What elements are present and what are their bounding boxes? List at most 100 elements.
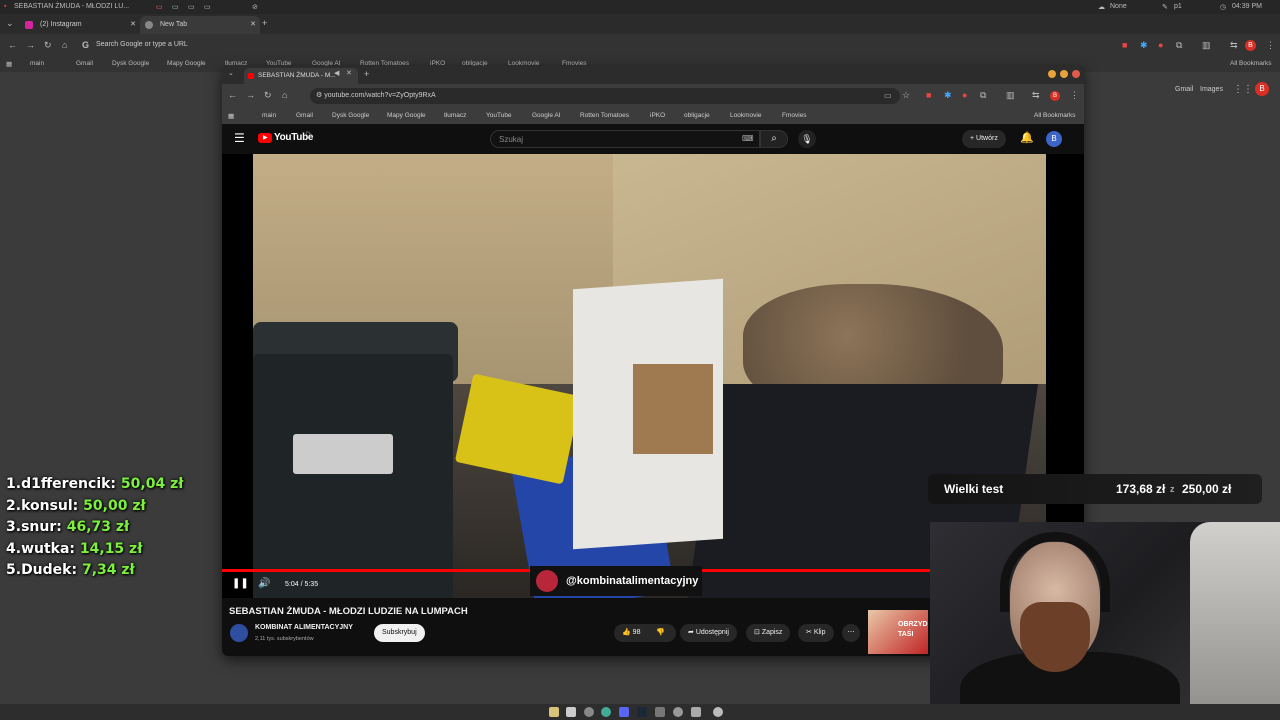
- subscribe-button[interactable]: Subskrybuj: [374, 624, 425, 642]
- workspace-icon-3[interactable]: ▭: [188, 3, 195, 11]
- all-bookmarks[interactable]: All Bookmarks: [1230, 60, 1272, 67]
- app-grid-icon[interactable]: [713, 707, 723, 717]
- puzzle-icon[interactable]: ⧉: [980, 90, 986, 101]
- like-icon[interactable]: 👍: [622, 629, 633, 636]
- bookmark-rotten[interactable]: Rotten Tomatoes: [580, 112, 629, 119]
- profile-avatar[interactable]: B: [1050, 91, 1060, 101]
- new-tab-icon[interactable]: +: [262, 18, 267, 28]
- steam-icon[interactable]: [637, 707, 647, 717]
- account-avatar[interactable]: B: [1046, 131, 1062, 147]
- tab-search-icon[interactable]: ⌄: [6, 18, 14, 29]
- menu-icon[interactable]: ⋮: [1070, 90, 1079, 101]
- app-icon[interactable]: [655, 707, 665, 717]
- extension-icon-2[interactable]: ✱: [944, 90, 952, 101]
- bookmark-gmail[interactable]: Gmail: [296, 112, 313, 119]
- bookmark-main[interactable]: main: [262, 112, 276, 119]
- like-count[interactable]: 98: [633, 629, 641, 636]
- apps-icon[interactable]: ▦: [228, 112, 234, 120]
- home-icon[interactable]: ⌂: [62, 40, 67, 50]
- close-icon[interactable]: ✕: [250, 16, 256, 34]
- google-avatar[interactable]: B: [1255, 82, 1269, 96]
- all-bookmarks[interactable]: All Bookmarks: [1034, 112, 1076, 119]
- site-info-icon[interactable]: ⚙: [316, 92, 324, 99]
- extension-icon-3[interactable]: ●: [1158, 40, 1163, 50]
- workspace-icon-2[interactable]: ▭: [172, 3, 179, 11]
- reload-icon[interactable]: ↻: [264, 90, 272, 101]
- search-input[interactable]: Szukaj: [490, 130, 760, 148]
- tab-instagram[interactable]: (2) Instagram ✕: [20, 16, 140, 34]
- bell-icon[interactable]: 🔔: [1020, 131, 1034, 144]
- back-icon[interactable]: ←: [228, 90, 237, 100]
- browser-icon[interactable]: [601, 707, 611, 717]
- close-window-button[interactable]: [1072, 70, 1080, 78]
- bookmark-obligacje[interactable]: obligacje: [684, 112, 710, 119]
- ad-thumbnail[interactable]: OBRZYD TAŚI: [868, 610, 928, 654]
- app-icon-2[interactable]: [691, 707, 701, 717]
- extension-icon[interactable]: ■: [1122, 40, 1127, 50]
- apps-grid-icon[interactable]: ⋮⋮: [1233, 84, 1253, 95]
- maximize-button[interactable]: [1060, 70, 1068, 78]
- profile-avatar[interactable]: B: [1245, 40, 1256, 51]
- forward-icon[interactable]: →: [246, 90, 255, 100]
- save-button[interactable]: ⊡ Zapisz: [746, 624, 791, 642]
- terminal-icon[interactable]: [566, 707, 576, 717]
- images-link[interactable]: Images: [1200, 86, 1223, 93]
- omnibox[interactable]: Search Google or type a URL: [96, 41, 188, 48]
- bookmark-ipko[interactable]: iPKO: [650, 112, 665, 119]
- bookmark-gmail[interactable]: Gmail: [76, 60, 93, 67]
- bookmark-google-ai[interactable]: Google AI: [532, 112, 561, 119]
- menu-icon[interactable]: ⋮: [1266, 40, 1275, 51]
- hamburger-menu-icon[interactable]: ☰: [234, 131, 245, 145]
- puzzle-icon[interactable]: ⧉: [1176, 40, 1182, 51]
- sidepanel-icon[interactable]: ▥: [1202, 40, 1211, 51]
- clip-button[interactable]: ✂ Klip: [798, 624, 834, 642]
- reload-icon[interactable]: ↻: [44, 40, 52, 51]
- workspace-icon[interactable]: ▭: [156, 3, 163, 11]
- bookmark-drive[interactable]: Dysk Google: [332, 112, 369, 119]
- obs-icon[interactable]: [673, 707, 683, 717]
- bookmark-drive[interactable]: Dysk Google: [112, 60, 149, 67]
- bookmark-main[interactable]: main: [30, 60, 44, 67]
- apps-icon[interactable]: ▦: [6, 60, 12, 68]
- home-icon[interactable]: ⌂: [282, 90, 287, 100]
- bookmark-maps[interactable]: Mapy Google: [167, 60, 206, 67]
- discord-icon[interactable]: [619, 707, 629, 717]
- mic-icon[interactable]: 🎙: [798, 130, 816, 148]
- close-icon[interactable]: ✕: [346, 69, 352, 77]
- sidepanel-icon[interactable]: ▥: [1006, 90, 1015, 101]
- speaker-icon[interactable]: ◀: [334, 69, 339, 77]
- bookmark-maps[interactable]: Mapy Google: [387, 112, 426, 119]
- extension-icon[interactable]: ■: [926, 90, 931, 100]
- extension-icon-3[interactable]: ●: [962, 90, 967, 100]
- workspace-icon-4[interactable]: ▭: [204, 3, 211, 11]
- extension-icon-2[interactable]: ✱: [1140, 40, 1148, 51]
- bookmark-fmovies[interactable]: Fmovies: [782, 112, 807, 119]
- bookmark-youtube[interactable]: YouTube: [486, 112, 512, 119]
- back-icon[interactable]: ←: [8, 40, 17, 50]
- keyboard-icon[interactable]: ⌨: [742, 134, 754, 143]
- files-icon[interactable]: [549, 707, 559, 717]
- bookmark-translate[interactable]: tłumacz: [444, 112, 466, 119]
- close-icon[interactable]: ✕: [130, 16, 136, 34]
- dislike-icon[interactable]: 👎: [656, 624, 665, 642]
- more-actions-button[interactable]: ⋯: [842, 624, 860, 642]
- pause-icon[interactable]: ❚❚: [232, 578, 249, 589]
- create-button[interactable]: + Utwórz: [962, 130, 1006, 148]
- gmail-link[interactable]: Gmail: [1175, 86, 1193, 93]
- tab-youtube-video[interactable]: SEBASTIAN ŻMUDA - M...: [244, 68, 358, 84]
- search-button[interactable]: ⌕: [760, 130, 788, 148]
- channel-name[interactable]: KOMBINAT ALIMENTACYJNY: [255, 624, 353, 631]
- new-tab-icon[interactable]: +: [364, 69, 369, 79]
- star-icon[interactable]: ☆: [902, 90, 910, 101]
- link-icon[interactable]: ⊘: [252, 3, 258, 11]
- tab-search-icon[interactable]: ⌄: [228, 69, 234, 77]
- forward-icon[interactable]: →: [26, 40, 35, 50]
- settings-icon[interactable]: [584, 707, 594, 717]
- cast-icon[interactable]: ▭: [884, 91, 892, 100]
- channel-avatar[interactable]: [230, 624, 248, 642]
- extension-icon-4[interactable]: ⇆: [1032, 90, 1040, 101]
- volume-icon[interactable]: 🔊: [258, 578, 270, 589]
- bookmark-lookmovie[interactable]: Lookmovie: [730, 112, 761, 119]
- url-field[interactable]: ⚙ youtube.com/watch?v=ZyOpty9RxA: [310, 88, 900, 104]
- tab-new-tab[interactable]: New Tab ✕: [140, 16, 260, 34]
